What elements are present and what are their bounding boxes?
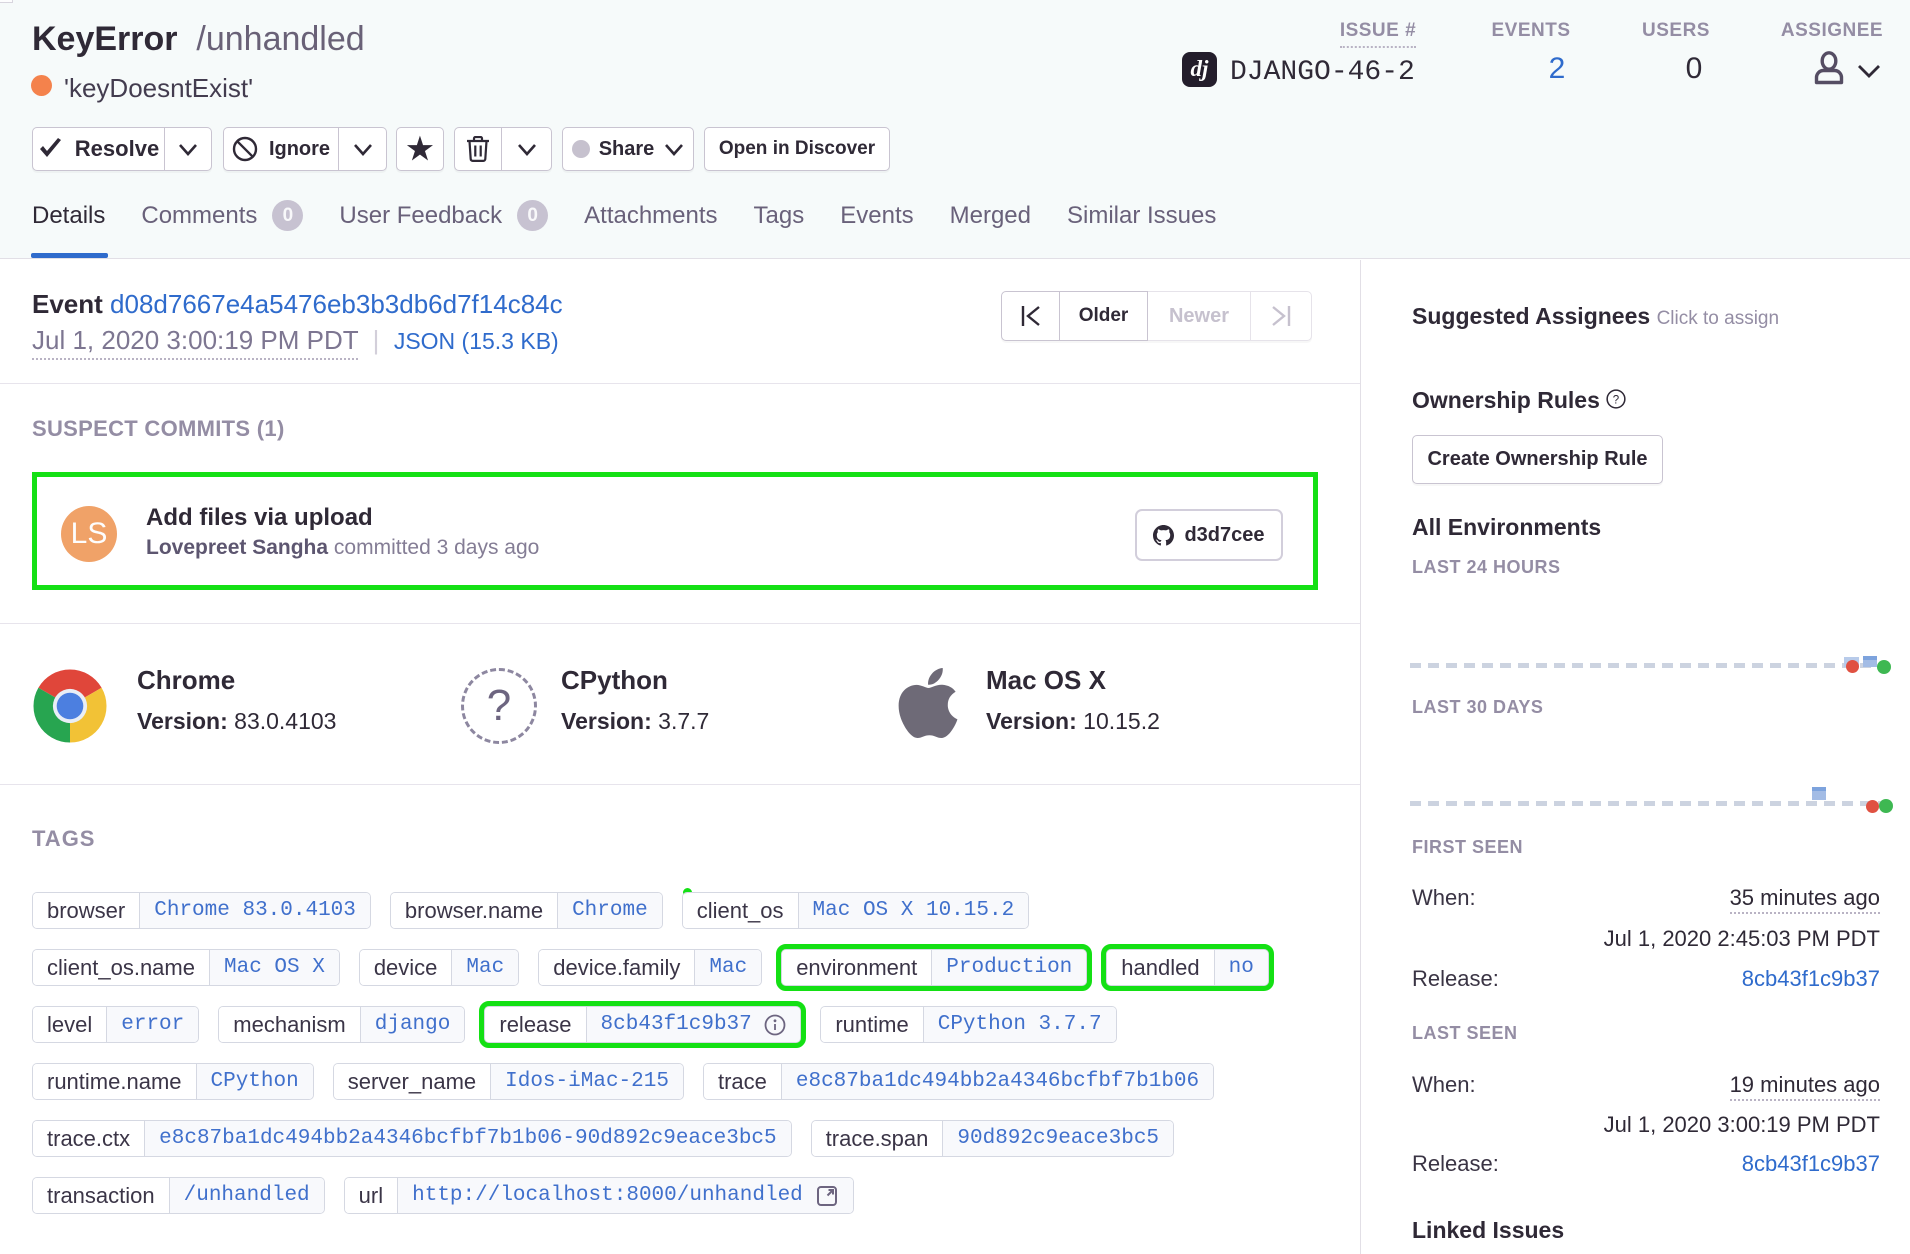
svg-text:?: ?: [1613, 395, 1619, 407]
